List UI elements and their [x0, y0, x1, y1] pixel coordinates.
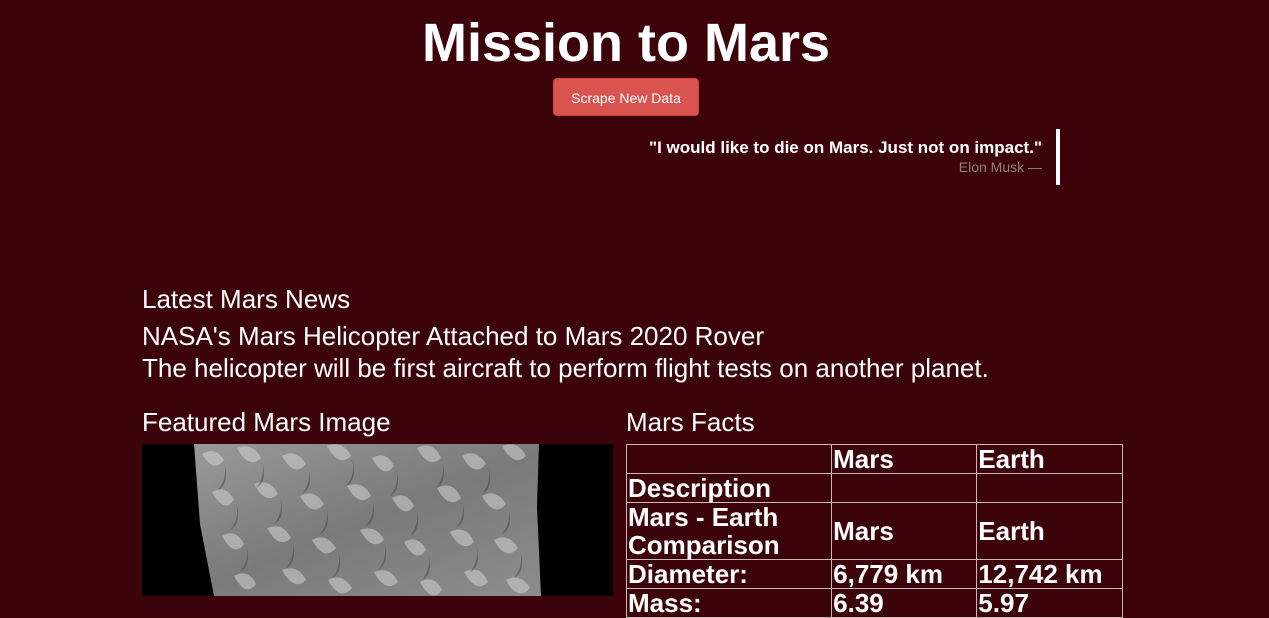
news-title: NASA's Mars Helicopter Attached to Mars … [142, 321, 765, 351]
facts-mars-value [831, 473, 978, 503]
scrape-new-data-button[interactable]: Scrape New Data [553, 78, 699, 116]
featured-image-heading: Featured Mars Image [142, 407, 391, 437]
facts-mars-value: 6,779 km [831, 559, 978, 589]
facts-column-header: Earth [976, 444, 1123, 474]
facts-row-label: Mars - Earth Comparison [625, 502, 833, 560]
table-row: Diameter: 6,779 km 12,742 km [625, 559, 1123, 589]
facts-earth-value: 12,742 km [976, 559, 1123, 589]
quote-blockquote: "I would like to die on Mars. Just not o… [560, 129, 1060, 185]
news-heading: Latest Mars News [142, 284, 351, 314]
facts-earth-value: 5.97 [976, 588, 1123, 618]
table-row: Mars - Earth Comparison Mars Earth [625, 502, 1123, 560]
facts-mars-value: Mars [831, 502, 978, 560]
facts-row-label: Diameter: [625, 559, 833, 589]
facts-earth-value [976, 473, 1123, 503]
featured-mars-image [142, 444, 613, 596]
news-teaser: The helicopter will be first aircraft to… [142, 353, 989, 383]
facts-header-row: Mars Earth [625, 444, 1123, 474]
facts-row-label: Mass: [625, 588, 833, 618]
mars-dunes-image [142, 444, 613, 596]
table-row: Mass: 6.39 5.97 [625, 588, 1123, 618]
facts-column-header: Mars [831, 444, 978, 474]
facts-mars-value: 6.39 [831, 588, 978, 618]
table-row: Description [625, 473, 1123, 503]
mars-facts-table: Mars Earth Description Mars - Earth Comp… [625, 444, 1123, 618]
quote-author: Elon Musk — [958, 159, 1042, 175]
facts-row-label: Description [625, 473, 833, 503]
page-title: Mission to Mars [421, 13, 831, 73]
facts-column-header [625, 444, 833, 474]
facts-earth-value: Earth [976, 502, 1123, 560]
mars-facts-heading: Mars Facts [626, 407, 755, 437]
quote-text: "I would like to die on Mars. Just not o… [649, 138, 1042, 157]
